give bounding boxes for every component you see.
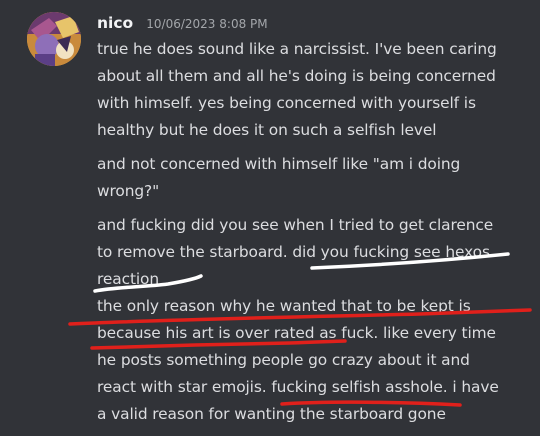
message-line: reaction <box>97 270 160 288</box>
message-line: true he does sound like a narcissist. I'… <box>97 40 497 58</box>
message-header: nico 10/06/2023 8:08 PM <box>97 13 268 32</box>
message-timestamp: 10/06/2023 8:08 PM <box>146 17 268 31</box>
message-line: he posts something people go crazy about… <box>97 351 470 369</box>
message-line: and not concerned with himself like "am … <box>97 155 461 173</box>
message-line: to remove the starboard. did you fucking… <box>97 243 490 261</box>
message-line: with himself. yes being concerned with y… <box>97 94 476 112</box>
message-line: react with star emojis. fucking selfish … <box>97 378 499 396</box>
red-underline-over-rated <box>90 339 347 350</box>
message-line: a valid reason for wanting the starboard… <box>97 405 446 423</box>
message-line: healthy but he does it on such a selfish… <box>97 121 437 139</box>
username[interactable]: nico <box>97 14 133 32</box>
chat-message: nico 10/06/2023 8:08 PM true he does sou… <box>0 0 540 436</box>
avatar[interactable] <box>27 12 81 66</box>
message-line: about all them and all he's doing is bei… <box>97 67 496 85</box>
avatar-image-icon <box>27 12 81 66</box>
message-line: and fucking did you see when I tried to … <box>97 216 494 234</box>
message-line: wrong?" <box>97 182 160 200</box>
message-line: because his art is over rated as fuck. l… <box>97 324 496 342</box>
message-line: the only reason why he wanted that to be… <box>97 297 471 315</box>
